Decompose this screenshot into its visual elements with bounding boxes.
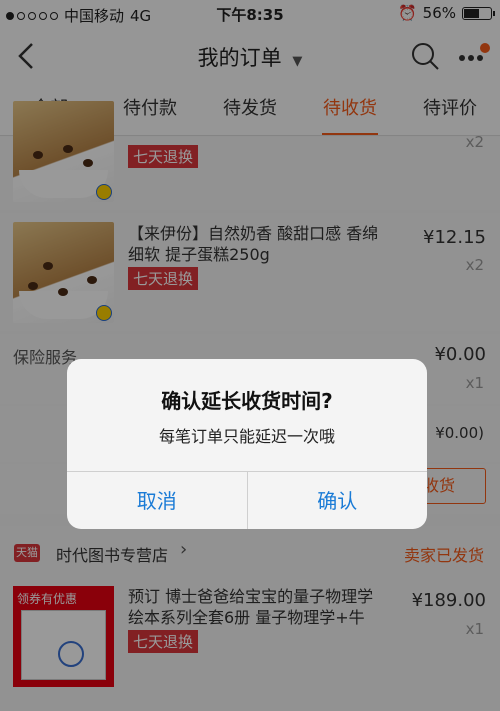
cancel-button[interactable]: 取消	[67, 472, 247, 529]
confirm-extend-dialog: 确认延长收货时间? 每笔订单只能延迟一次哦 取消 确认	[67, 359, 427, 529]
dialog-message: 每笔订单只能延迟一次哦	[158, 427, 335, 446]
dialog-buttons: 取消 确认	[67, 471, 427, 529]
modal-backdrop	[0, 0, 500, 711]
dialog-title: 确认延长收货时间?	[161, 389, 333, 413]
confirm-button[interactable]: 确认	[246, 472, 428, 529]
